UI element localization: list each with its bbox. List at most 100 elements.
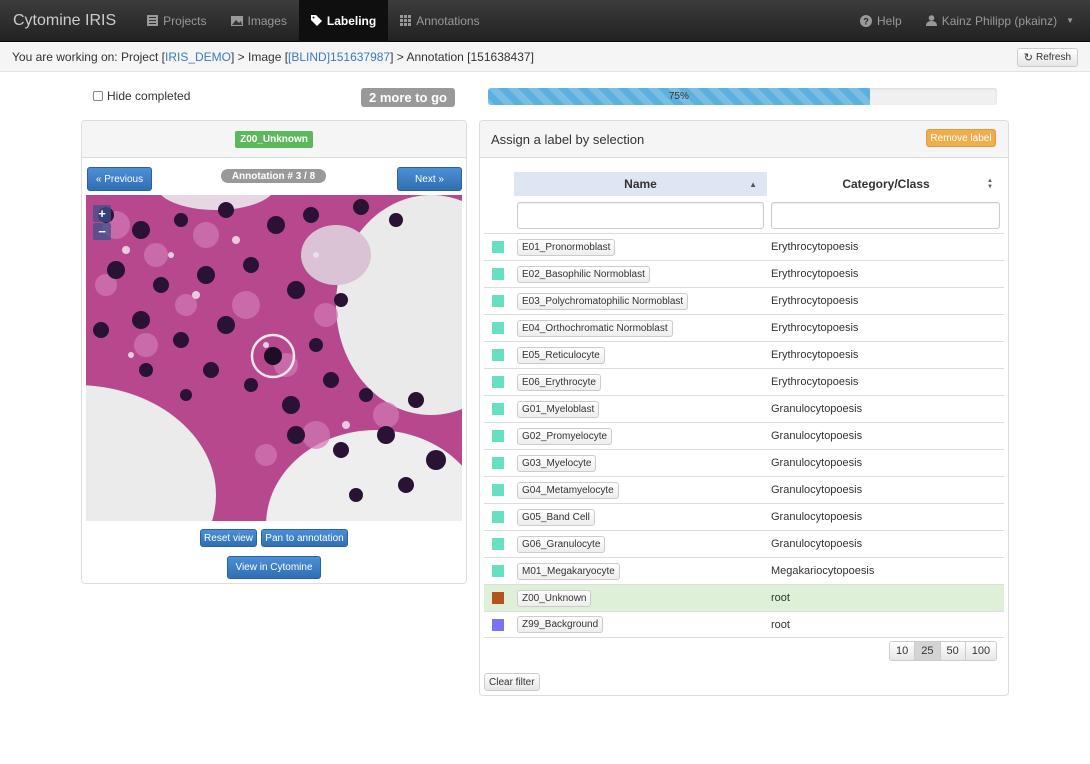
label-category: Erythrocytopoesis: [771, 268, 859, 280]
list-icon: [147, 15, 159, 26]
label-category: Erythrocytopoesis: [771, 322, 859, 334]
page-size-option[interactable]: 100: [965, 642, 997, 660]
label-row[interactable]: Z00_Unknown root: [484, 584, 1004, 611]
user-name: Kainz Philipp (pkainz): [941, 13, 1058, 28]
user-menu[interactable]: Kainz Philipp (pkainz) ▼: [914, 0, 1090, 42]
remove-label-button[interactable]: Remove label: [926, 129, 996, 147]
hide-completed-label: Hide completed: [107, 89, 191, 103]
label-name-button[interactable]: G06_Granulocyte: [517, 535, 606, 553]
label-row[interactable]: E02_Basophilic Normoblast Erythrocytopoes…: [484, 260, 1004, 287]
label-row[interactable]: M01_Megakaryocyte Megakariocytopoesis: [484, 557, 1004, 584]
label-row[interactable]: G02_Promyelocyte Granulocytopoesis: [484, 422, 1004, 449]
refresh-label: Refresh: [1035, 52, 1071, 63]
label-color-swatch: [492, 457, 504, 469]
reset-view-button[interactable]: Reset view: [200, 529, 257, 547]
tag-icon: [310, 15, 322, 26]
current-label-header: Z00_Unknown: [82, 121, 466, 158]
label-name-button[interactable]: E03_Polychromatophilic Normoblast: [517, 292, 689, 310]
label-row[interactable]: E03_Polychromatophilic Normoblast Erythro…: [484, 287, 1004, 314]
brand-logo[interactable]: Cytomine IRIS: [0, 12, 129, 30]
caret-down-icon: ▼: [1066, 16, 1074, 25]
user-icon: [925, 15, 937, 26]
label-name-button[interactable]: G04_Metamyelocyte: [517, 481, 619, 499]
label-category: root: [771, 592, 790, 604]
breadcrumb-project-link[interactable]: IRIS_DEMO: [165, 50, 231, 64]
label-color-swatch: [492, 268, 504, 280]
previous-button[interactable]: « Previous: [87, 167, 152, 191]
category-filter-input[interactable]: [771, 202, 1000, 229]
label-name-button[interactable]: E01_Pronormoblast: [517, 238, 616, 256]
label-name-button[interactable]: E06_Erythrocyte: [517, 373, 601, 391]
page-size-option[interactable]: 10: [890, 642, 916, 660]
breadcrumb: You are working on: Project [IRIS_DEMO] …: [0, 42, 1090, 72]
label-name-button[interactable]: E04_Orthochromatic Normoblast: [517, 319, 673, 337]
label-name-button[interactable]: Z00_Unknown: [517, 589, 592, 607]
label-name-button[interactable]: E02_Basophilic Normoblast: [517, 265, 650, 283]
remaining-badge: 2 more to go: [361, 88, 455, 107]
nav-images[interactable]: Images: [219, 0, 299, 42]
label-row[interactable]: G03_Myelocyte Granulocytopoesis: [484, 449, 1004, 476]
nav-projects[interactable]: Projects: [135, 0, 218, 42]
view-in-cytomine-button[interactable]: View in Cytomine: [227, 556, 321, 579]
label-color-swatch: [492, 403, 504, 415]
name-filter-input[interactable]: [517, 202, 764, 229]
label-category: Megakariocytopoesis: [771, 565, 875, 577]
label-name-button[interactable]: G03_Myelocyte: [517, 454, 597, 472]
label-row[interactable]: G06_Granulocyte Granulocytopoesis: [484, 530, 1004, 557]
label-color-swatch: [492, 592, 504, 604]
pan-to-annotation-button[interactable]: Pan to annotation: [261, 529, 348, 547]
label-panel-title: Assign a label by selection: [491, 131, 645, 147]
column-header-category[interactable]: Category/Class ▲ ▼: [769, 172, 1003, 196]
label-name-button[interactable]: G05_Band Cell: [517, 508, 595, 526]
page-size-selector: 10 25 50 100: [889, 641, 998, 661]
label-name-button[interactable]: G01_Myeloblast: [517, 400, 600, 418]
label-row[interactable]: G01_Myeloblast Granulocytopoesis: [484, 395, 1004, 422]
annotation-viewer-panel: Z00_Unknown « Previous Annotation # 3 / …: [81, 120, 467, 584]
zoom-out-button[interactable]: −: [93, 223, 111, 240]
nav-annotations-label: Annotations: [416, 13, 480, 28]
label-selection-panel: Assign a label by selection Remove label…: [479, 120, 1009, 696]
nav-annotations[interactable]: Annotations: [388, 0, 491, 42]
column-header-name[interactable]: Name ▲: [514, 172, 767, 196]
nav-labeling[interactable]: Labeling: [298, 0, 389, 42]
clear-filter-button[interactable]: Clear filter: [484, 673, 540, 691]
next-button[interactable]: Next »: [397, 167, 462, 191]
label-color-swatch: [492, 241, 504, 253]
label-name-button[interactable]: Z99_Background: [517, 616, 604, 633]
breadcrumb-annotation: ] > Annotation [151638437]: [390, 49, 534, 64]
label-color-swatch: [492, 322, 504, 334]
label-row[interactable]: G05_Band Cell Granulocytopoesis: [484, 503, 1004, 530]
progress-fill: 75%: [488, 88, 870, 105]
label-category: Erythrocytopoesis: [771, 295, 859, 307]
nav-labeling-label: Labeling: [326, 13, 377, 28]
label-row[interactable]: G04_Metamyelocyte Granulocytopoesis: [484, 476, 1004, 503]
label-row[interactable]: Z99_Background root: [484, 611, 1004, 638]
top-navbar: Cytomine IRIS Projects Images Labeling A…: [0, 0, 1090, 42]
breadcrumb-image-link[interactable]: [BLIND]151637987: [288, 50, 390, 64]
label-row[interactable]: E05_Reticulocyte Erythrocytopoesis: [484, 341, 1004, 368]
label-color-swatch: [492, 484, 504, 496]
label-row[interactable]: E01_Pronormoblast Erythrocytopoesis: [484, 233, 1004, 260]
label-row[interactable]: E06_Erythrocyte Erythrocytopoesis: [484, 368, 1004, 395]
refresh-button[interactable]: ↻ Refresh: [1016, 48, 1078, 67]
label-name-button[interactable]: G02_Promyelocyte: [517, 427, 613, 445]
label-table-body: E01_Pronormoblast Erythrocytopoesis E02_Ba…: [484, 233, 1004, 638]
page-size-option[interactable]: 50: [940, 642, 966, 660]
hide-completed-checkbox[interactable]: [93, 91, 103, 101]
hide-completed-toggle[interactable]: Hide completed: [93, 89, 190, 103]
label-color-swatch: [492, 565, 504, 577]
label-name-button[interactable]: E05_Reticulocyte: [517, 346, 605, 364]
page-size-option[interactable]: 25: [915, 642, 941, 660]
label-category: Erythrocytopoesis: [771, 349, 859, 361]
label-row[interactable]: E04_Orthochromatic Normoblast Erythrocyto…: [484, 314, 1004, 341]
label-category: Erythrocytopoesis: [771, 241, 859, 253]
svg-text:?: ?: [863, 16, 869, 26]
label-category: Granulocytopoesis: [771, 538, 863, 550]
label-color-swatch: [492, 295, 504, 307]
column-header-name-label: Name: [624, 177, 657, 191]
image-viewer[interactable]: + −: [86, 195, 462, 521]
label-category: Granulocytopoesis: [771, 511, 863, 523]
nav-help[interactable]: ? Help: [848, 0, 914, 42]
zoom-in-button[interactable]: +: [93, 205, 111, 222]
label-name-button[interactable]: M01_Megakaryocyte: [517, 562, 620, 580]
